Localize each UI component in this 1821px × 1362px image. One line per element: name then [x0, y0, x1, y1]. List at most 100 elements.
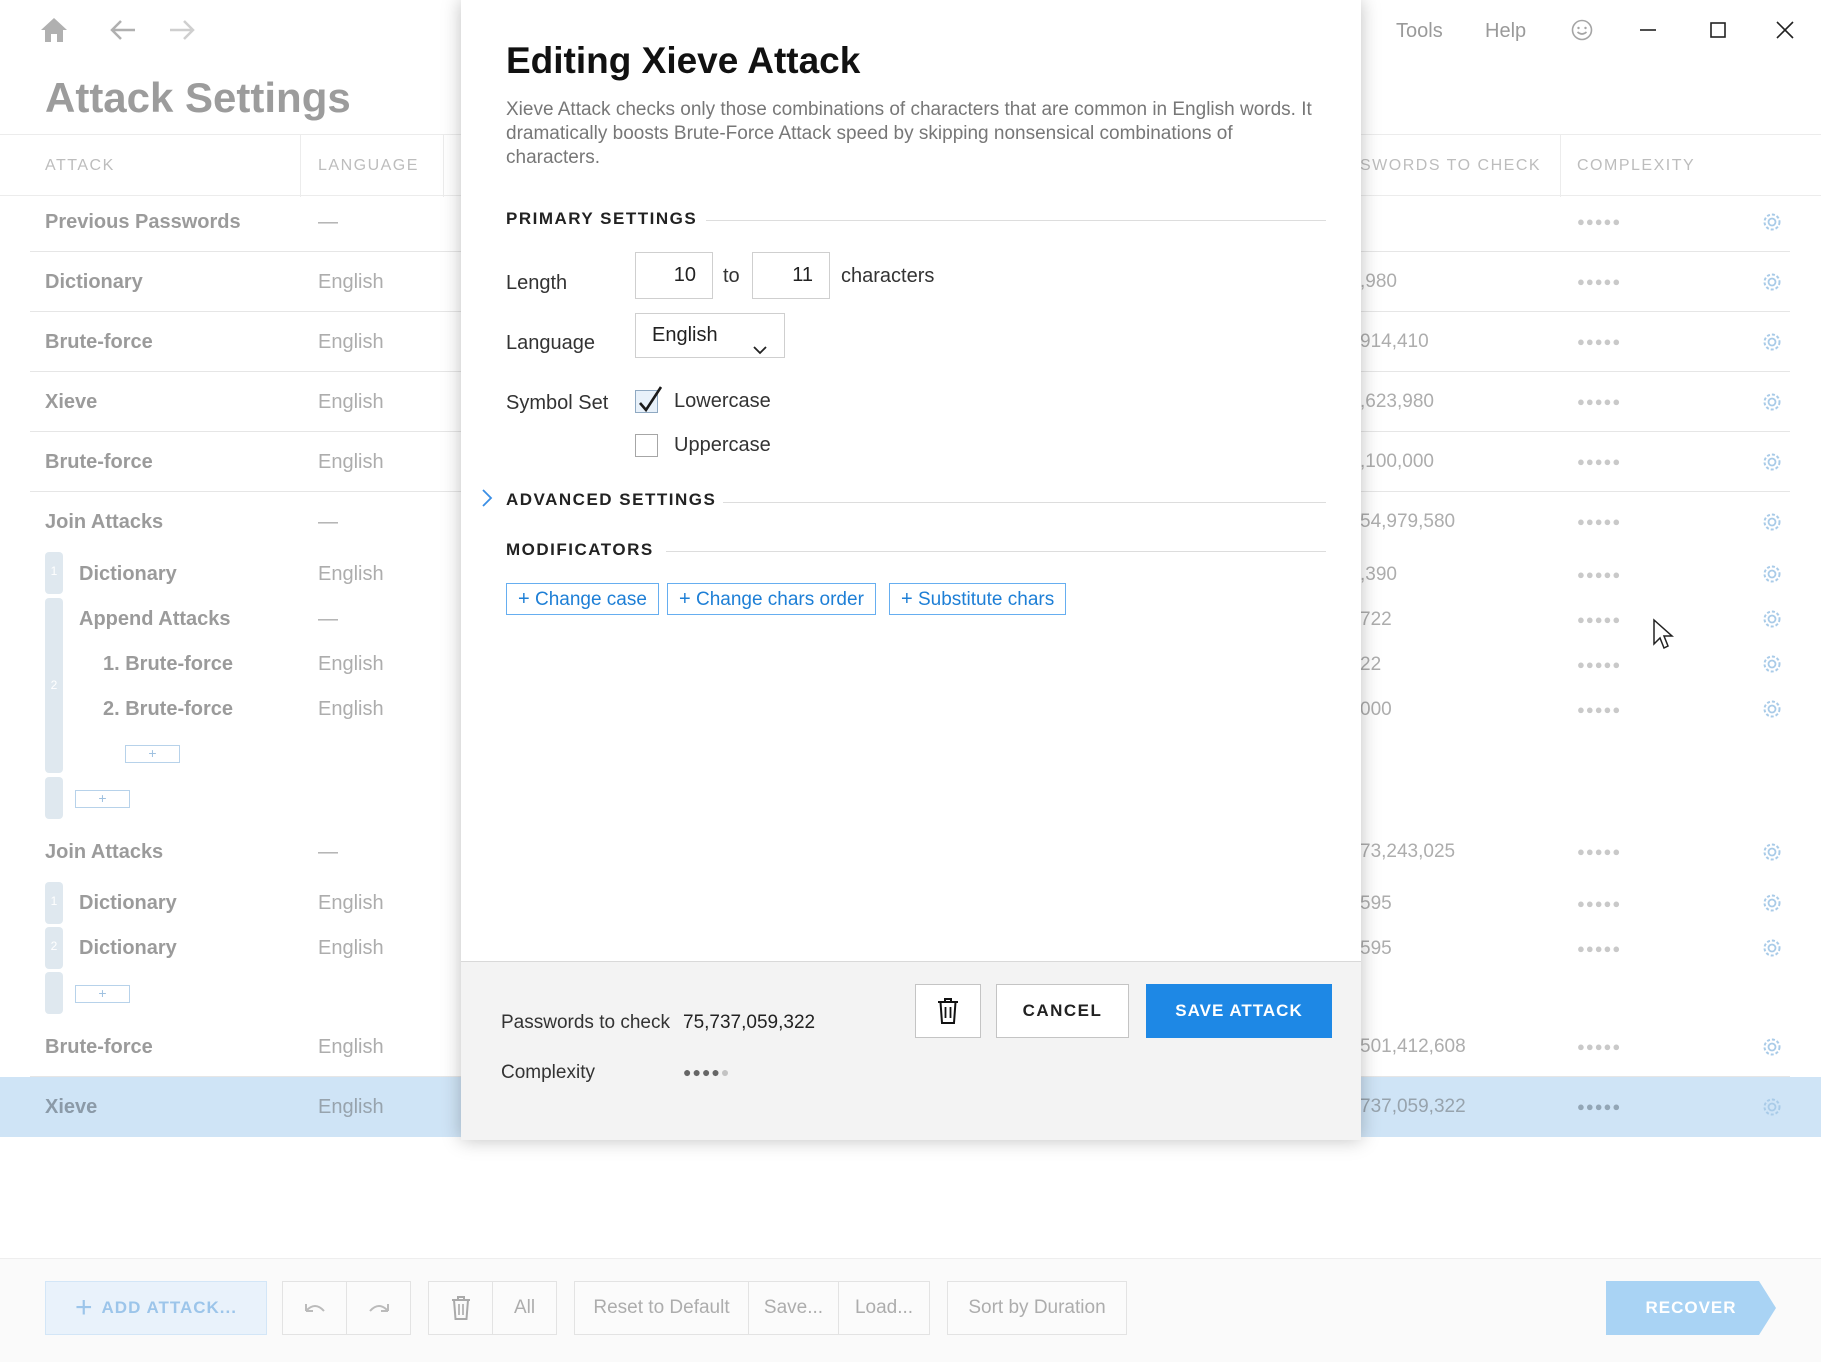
uppercase-label[interactable]: Uppercase — [674, 434, 771, 457]
add-append-button[interactable]: + — [125, 745, 180, 763]
section-divider — [706, 220, 1326, 221]
save-attack-button[interactable]: SAVE ATTACK — [1146, 984, 1332, 1038]
passwords-count: 914,410 — [1360, 331, 1429, 352]
gear-icon[interactable] — [1760, 390, 1784, 414]
complexity-dot-on: ● — [692, 1064, 702, 1080]
home-icon[interactable] — [36, 12, 72, 48]
length-from-input[interactable]: 10 — [635, 252, 713, 299]
complexity-dots: ●●●●● — [1577, 394, 1622, 409]
attack-language: English — [318, 653, 384, 675]
feedback-smiley-icon[interactable] — [1562, 10, 1602, 50]
add-substitute-chars-button[interactable]: + Substitute chars — [889, 583, 1067, 615]
back-arrow-icon[interactable] — [105, 12, 141, 48]
complexity-dots: ●●●●● — [1577, 612, 1622, 627]
length-to-word: to — [723, 265, 740, 287]
complexity-dots: ●●●●● — [1577, 702, 1622, 717]
language-select[interactable]: English — [635, 313, 785, 358]
complexity-dots: ●●●●● — [1577, 514, 1622, 529]
add-join-button[interactable]: + — [75, 985, 130, 1003]
gear-icon[interactable] — [1760, 652, 1784, 676]
passwords-count: ,980 — [1360, 271, 1397, 292]
complexity-dots: ●●●●● — [1577, 1039, 1622, 1054]
complexity-dots: ●●●●● — [1577, 657, 1622, 672]
delete-button[interactable] — [428, 1281, 493, 1335]
sort-by-duration-button[interactable]: Sort by Duration — [947, 1281, 1127, 1335]
column-header-language[interactable]: LANGUAGE — [318, 157, 419, 175]
dialog-title: Editing Xieve Attack — [506, 40, 861, 81]
delete-attack-button[interactable] — [915, 984, 981, 1038]
uppercase-checkbox[interactable] — [635, 434, 658, 457]
substitute-chars-label: Substitute chars — [917, 589, 1055, 610]
gear-icon[interactable] — [1760, 270, 1784, 294]
column-header-complexity[interactable]: COMPLEXITY — [1577, 157, 1695, 175]
gear-icon[interactable] — [1760, 936, 1784, 960]
undo-button[interactable] — [282, 1281, 347, 1335]
gear-icon[interactable] — [1760, 1035, 1784, 1059]
passwords-count: 54,979,580 — [1360, 511, 1456, 532]
add-attack-button[interactable]: + ADD ATTACK... — [45, 1281, 267, 1335]
complexity-dots: ●●●●● — [1577, 334, 1622, 349]
maximize-icon[interactable] — [1698, 10, 1738, 50]
gear-icon[interactable] — [1760, 840, 1784, 864]
complexity-indicator: ●●●●● — [683, 1064, 730, 1080]
trash-icon — [451, 1296, 470, 1320]
redo-button[interactable] — [346, 1281, 411, 1335]
passwords-count: 595 — [1360, 938, 1392, 959]
advanced-settings-heading[interactable]: ADVANCED SETTINGS — [506, 490, 716, 510]
add-join-button[interactable]: + — [75, 790, 130, 808]
close-icon[interactable] — [1765, 10, 1805, 50]
length-label: Length — [506, 272, 568, 294]
attack-language: — — [318, 608, 338, 630]
gear-icon[interactable] — [1760, 607, 1784, 631]
delete-all-button[interactable]: All — [492, 1281, 557, 1335]
complexity-dots: ●●●●● — [1577, 1099, 1622, 1114]
trash-icon — [938, 998, 958, 1024]
length-to-input[interactable]: 11 — [752, 252, 830, 299]
minimize-icon[interactable] — [1628, 10, 1668, 50]
gear-icon[interactable] — [1760, 1095, 1784, 1119]
gear-icon[interactable] — [1760, 210, 1784, 234]
column-header-passwords[interactable]: SWORDS TO CHECK — [1360, 157, 1541, 175]
column-header-attack[interactable]: ATTACK — [45, 157, 115, 175]
gear-icon[interactable] — [1760, 450, 1784, 474]
load-button[interactable]: Load... — [838, 1281, 930, 1335]
add-change-case-button[interactable]: + Change case — [506, 583, 659, 615]
language-label: Language — [506, 332, 595, 354]
passwords-count: 501,412,608 — [1360, 1036, 1466, 1057]
cancel-button[interactable]: CANCEL — [996, 984, 1129, 1038]
join-group-bar — [45, 777, 63, 819]
attack-name: 2. Brute-force — [103, 698, 234, 720]
complexity-dots: ●●●●● — [1577, 896, 1622, 911]
lowercase-label[interactable]: Lowercase — [674, 390, 771, 413]
menu-tools[interactable]: Tools — [1396, 20, 1443, 43]
gear-icon[interactable] — [1760, 562, 1784, 586]
menu-help[interactable]: Help — [1485, 20, 1526, 43]
complexity-dots: ●●●●● — [1577, 941, 1622, 956]
plus-icon: + — [75, 1291, 94, 1324]
gear-icon[interactable] — [1760, 330, 1784, 354]
add-change-chars-order-button[interactable]: + Change chars order — [667, 583, 876, 615]
attack-language: English — [318, 451, 384, 473]
gear-icon[interactable] — [1760, 891, 1784, 915]
edit-attack-dialog: Editing Xieve Attack Xieve Attack checks… — [461, 0, 1361, 1140]
attack-name: Dictionary — [79, 937, 177, 959]
page-title: Attack Settings — [45, 74, 351, 121]
gear-icon[interactable] — [1760, 697, 1784, 721]
column-divider — [443, 135, 444, 197]
attack-name: Previous Passwords — [45, 211, 241, 233]
recover-button[interactable]: RECOVER — [1606, 1281, 1776, 1335]
gear-icon[interactable] — [1760, 510, 1784, 534]
expand-chevron-icon[interactable] — [481, 488, 493, 513]
symbol-set-label: Symbol Set — [506, 392, 609, 414]
lowercase-checkbox[interactable] — [635, 386, 663, 413]
attack-name: Dictionary — [79, 892, 177, 914]
attack-name: Join Attacks — [45, 841, 164, 863]
save-button[interactable]: Save... — [748, 1281, 839, 1335]
forward-arrow-icon[interactable] — [164, 12, 200, 48]
passwords-count: 722 — [1360, 609, 1392, 630]
change-chars-order-label: Change chars order — [695, 589, 864, 610]
plus-icon: + — [679, 588, 691, 610]
reset-default-button[interactable]: Reset to Default — [574, 1281, 749, 1335]
attack-name: Brute-force — [45, 1036, 153, 1058]
attack-name: Dictionary — [45, 271, 143, 293]
